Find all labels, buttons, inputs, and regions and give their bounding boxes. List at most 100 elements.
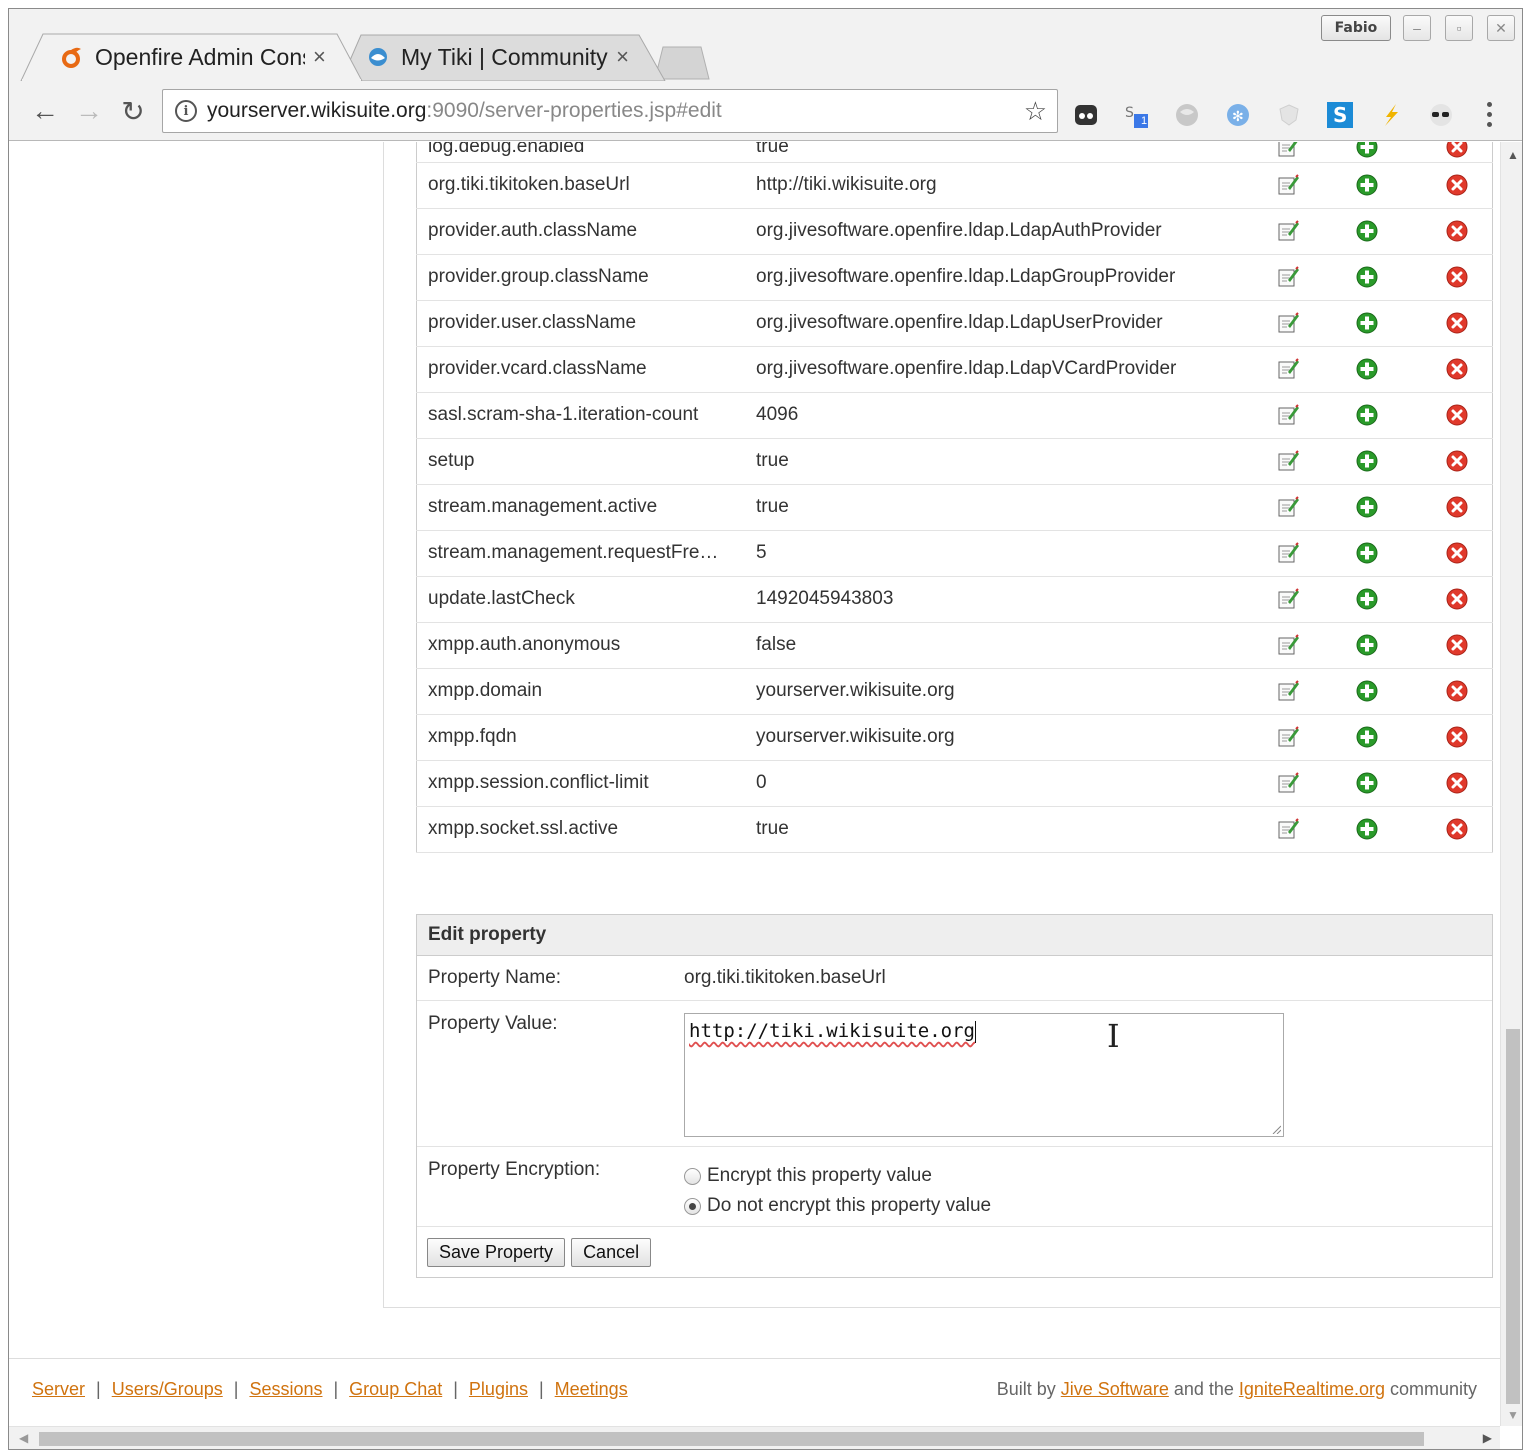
snowflake-extension-icon[interactable]: ✻ (1224, 101, 1252, 129)
delete-icon[interactable] (1445, 357, 1469, 381)
scroll-up-arrow-icon[interactable]: ▲ (1501, 148, 1522, 162)
edit-icon[interactable] (1276, 142, 1300, 159)
horizontal-scroll-thumb[interactable] (39, 1432, 1424, 1446)
add-icon[interactable] (1355, 219, 1379, 243)
edit-icon[interactable] (1276, 587, 1300, 611)
add-icon[interactable] (1355, 173, 1379, 197)
edit-icon[interactable] (1276, 173, 1300, 197)
add-icon[interactable] (1355, 587, 1379, 611)
delete-icon[interactable] (1445, 587, 1469, 611)
scroll-right-arrow-icon[interactable]: ▶ (1483, 1431, 1492, 1445)
address-url[interactable]: yourserver.wikisuite.org:9090/server-pro… (207, 99, 722, 123)
delete-icon[interactable] (1445, 311, 1469, 335)
save-property-button[interactable]: Save Property (427, 1237, 566, 1267)
forward-icon[interactable]: → (73, 95, 105, 127)
resize-handle-icon[interactable] (1271, 1124, 1281, 1134)
footer-link-server[interactable]: Server (32, 1379, 85, 1400)
encrypt-option[interactable]: Encrypt this property value (684, 1165, 991, 1187)
add-icon[interactable] (1355, 541, 1379, 565)
footer-link-plugins[interactable]: Plugins (469, 1379, 528, 1400)
delete-icon[interactable] (1445, 265, 1469, 289)
add-icon[interactable] (1355, 495, 1379, 519)
vertical-scrollbar[interactable]: ▲ ▼ (1500, 142, 1522, 1426)
glasses-extension-icon[interactable] (1427, 101, 1455, 129)
jive-software-link[interactable]: Jive Software (1061, 1379, 1169, 1399)
vertical-scroll-thumb[interactable] (1506, 1029, 1520, 1404)
add-icon[interactable] (1355, 771, 1379, 795)
reload-icon[interactable]: ↻ (117, 95, 149, 127)
add-icon[interactable] (1355, 679, 1379, 703)
delete-icon[interactable] (1445, 403, 1469, 427)
edit-icon[interactable] (1276, 817, 1300, 841)
no-encrypt-radio[interactable] (684, 1197, 701, 1215)
delete-icon[interactable] (1445, 633, 1469, 657)
edit-icon[interactable] (1276, 771, 1300, 795)
address-bar[interactable]: i yourserver.wikisuite.org:9090/server-p… (162, 89, 1058, 133)
close-window-icon[interactable]: ✕ (1487, 15, 1515, 41)
add-icon[interactable] (1355, 311, 1379, 335)
add-icon[interactable] (1355, 633, 1379, 657)
delete-icon[interactable] (1445, 679, 1469, 703)
add-icon[interactable] (1355, 265, 1379, 289)
edit-icon[interactable] (1276, 311, 1300, 335)
delete-icon[interactable] (1445, 725, 1469, 749)
back-icon[interactable]: ← (29, 95, 61, 127)
no-encrypt-option[interactable]: Do not encrypt this property value (684, 1195, 991, 1217)
ghostery-extension-icon[interactable] (1072, 101, 1100, 129)
edit-icon[interactable] (1276, 265, 1300, 289)
lightning-extension-icon[interactable] (1377, 101, 1405, 129)
footer-link-sessions[interactable]: Sessions (249, 1379, 322, 1400)
page-footer: Server | Users/Groups | Sessions | Group Chat |… (9, 1358, 1500, 1420)
delete-icon[interactable] (1445, 219, 1469, 243)
add-icon[interactable] (1355, 357, 1379, 381)
edit-icon[interactable] (1276, 495, 1300, 519)
property-value-textarea[interactable]: http://tiki.wikisuite.org (684, 1013, 1284, 1137)
delete-icon[interactable] (1445, 541, 1469, 565)
edit-icon[interactable] (1276, 679, 1300, 703)
delete-icon[interactable] (1445, 495, 1469, 519)
igniterealtime-link[interactable]: IgniteRealtime.org (1239, 1379, 1385, 1399)
minimize-icon[interactable]: – (1403, 15, 1431, 41)
cancel-button[interactable]: Cancel (571, 1237, 652, 1267)
add-icon[interactable] (1355, 449, 1379, 473)
edit-icon[interactable] (1276, 633, 1300, 657)
close-tab-icon[interactable]: × (616, 44, 629, 70)
edit-cell (1264, 576, 1312, 623)
footer-link-users-groups[interactable]: Users/Groups (112, 1379, 223, 1400)
tab-openfire-admin[interactable]: Openfire Admin Console × (19, 33, 364, 81)
info-icon[interactable]: i (175, 100, 197, 122)
bookmark-star-icon[interactable]: ☆ (1024, 96, 1047, 127)
scroll-down-arrow-icon[interactable]: ▼ (1501, 1408, 1522, 1422)
add-icon[interactable] (1355, 142, 1379, 159)
add-icon[interactable] (1355, 817, 1379, 841)
tab-my-tiki[interactable]: My Tiki | Community × (339, 33, 669, 81)
maximize-icon[interactable]: ▫ (1445, 15, 1473, 41)
edit-icon[interactable] (1276, 541, 1300, 565)
horizontal-scrollbar[interactable]: ◀ ▶ (9, 1426, 1500, 1449)
close-tab-icon[interactable]: × (313, 44, 326, 70)
delete-icon[interactable] (1445, 173, 1469, 197)
delete-icon[interactable] (1445, 817, 1469, 841)
no-encrypt-option-label: Do not encrypt this property value (707, 1195, 992, 1216)
add-icon[interactable] (1355, 403, 1379, 427)
add-icon[interactable] (1355, 725, 1379, 749)
delete-icon[interactable] (1445, 142, 1469, 159)
edit-icon[interactable] (1276, 357, 1300, 381)
profile-button[interactable]: Fabio (1321, 15, 1391, 41)
footer-link-group-chat[interactable]: Group Chat (349, 1379, 442, 1400)
edit-icon[interactable] (1276, 403, 1300, 427)
session-extension-icon[interactable]: S 1 (1122, 101, 1150, 129)
edit-icon[interactable] (1276, 219, 1300, 243)
globe-extension-icon[interactable] (1173, 101, 1201, 129)
shield-extension-icon[interactable] (1275, 101, 1303, 129)
s-square-extension-icon[interactable]: S (1326, 101, 1354, 129)
encrypt-radio[interactable] (684, 1167, 701, 1185)
scroll-left-arrow-icon[interactable]: ◀ (19, 1431, 28, 1445)
delete-icon[interactable] (1445, 449, 1469, 473)
footer-link-meetings[interactable]: Meetings (555, 1379, 628, 1400)
property-row: provider.group.className org.jivesoftware… (416, 254, 1493, 301)
edit-icon[interactable] (1276, 725, 1300, 749)
browser-menu-icon[interactable] (1479, 99, 1499, 129)
edit-icon[interactable] (1276, 449, 1300, 473)
delete-icon[interactable] (1445, 771, 1469, 795)
